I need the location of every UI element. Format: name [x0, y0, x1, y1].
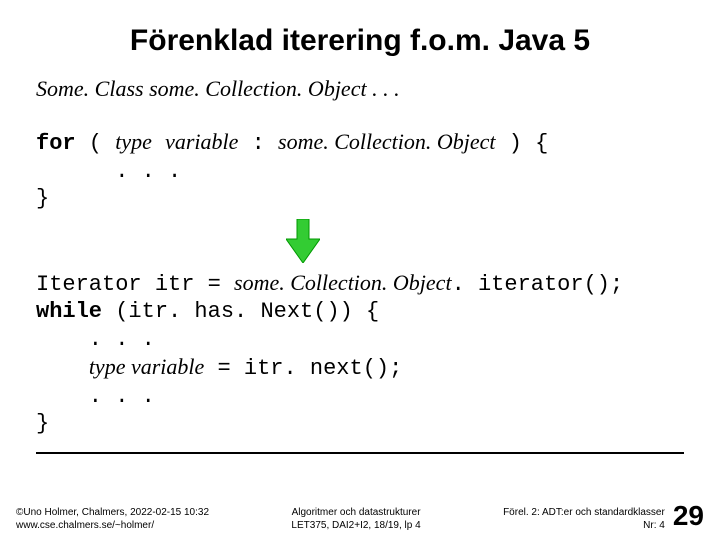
course-code: LET375, DAI2+I2, 18/19, lp 4 [291, 520, 420, 533]
declaration-line: Some. Class some. Collection. Object . .… [36, 76, 684, 102]
while-dots-1: . . . [36, 327, 155, 352]
footer-center: Algoritmer och datastrukturer LET375, DA… [291, 507, 420, 532]
while-dots-2: . . . [36, 384, 155, 409]
footer-left: ©Uno Holmer, Chalmers, 2022-02-15 10:32 … [16, 507, 209, 532]
copyright: ©Uno Holmer, Chalmers, 2022-02-15 10:32 [16, 507, 209, 520]
iterator-decl-a: Iterator itr = [36, 272, 234, 297]
lecture-number: Nr: 4 [503, 520, 665, 533]
footer: ©Uno Holmer, Chalmers, 2022-02-15 10:32 … [0, 500, 720, 532]
for-loop-code: for ( type variable : some. Collection. … [36, 128, 684, 213]
while-close-brace: } [36, 411, 49, 436]
footer-divider [36, 452, 684, 454]
footer-right: Förel. 2: ADT:er och standardklasser Nr:… [503, 507, 665, 532]
paren-open: ( [76, 131, 116, 156]
keyword-for: for [36, 131, 76, 156]
iterator-collection: some. Collection. Object [234, 270, 452, 295]
iterator-decl-c: . iterator(); [452, 272, 624, 297]
colon: : [238, 131, 278, 156]
down-arrow-icon [286, 219, 320, 263]
iterator-code: Iterator itr = some. Collection. Object.… [36, 269, 684, 438]
decl-class: Some. Class [36, 76, 149, 101]
assign-next: = itr. next(); [204, 356, 402, 381]
url: www.cse.chalmers.se/~holmer/ [16, 520, 209, 533]
slide: Förenklad iterering f.o.m. Java 5 Some. … [0, 0, 720, 540]
close-brace: } [36, 186, 49, 211]
type-placeholder: type [115, 129, 152, 154]
footer-right-group: Förel. 2: ADT:er och standardklasser Nr:… [503, 500, 704, 532]
paren-close: ) { [496, 131, 549, 156]
decl-ellipsis: . . . [367, 76, 400, 101]
page-title: Förenklad iterering f.o.m. Java 5 [36, 24, 684, 58]
keyword-while: while [36, 299, 102, 324]
course-title: Algoritmer och datastrukturer [291, 507, 420, 520]
space [152, 131, 165, 156]
collection-object: some. Collection. Object [278, 129, 496, 154]
while-cond: (itr. has. Next()) { [102, 299, 379, 324]
indent [36, 356, 89, 381]
variable-placeholder: variable [165, 129, 238, 154]
type-var-assign: type variable [89, 354, 204, 379]
page-number: 29 [673, 500, 704, 532]
lecture-title: Förel. 2: ADT:er och standardklasser [503, 507, 665, 520]
decl-object: some. Collection. Object [149, 76, 367, 101]
loop-body-dots: . . . [36, 159, 181, 184]
